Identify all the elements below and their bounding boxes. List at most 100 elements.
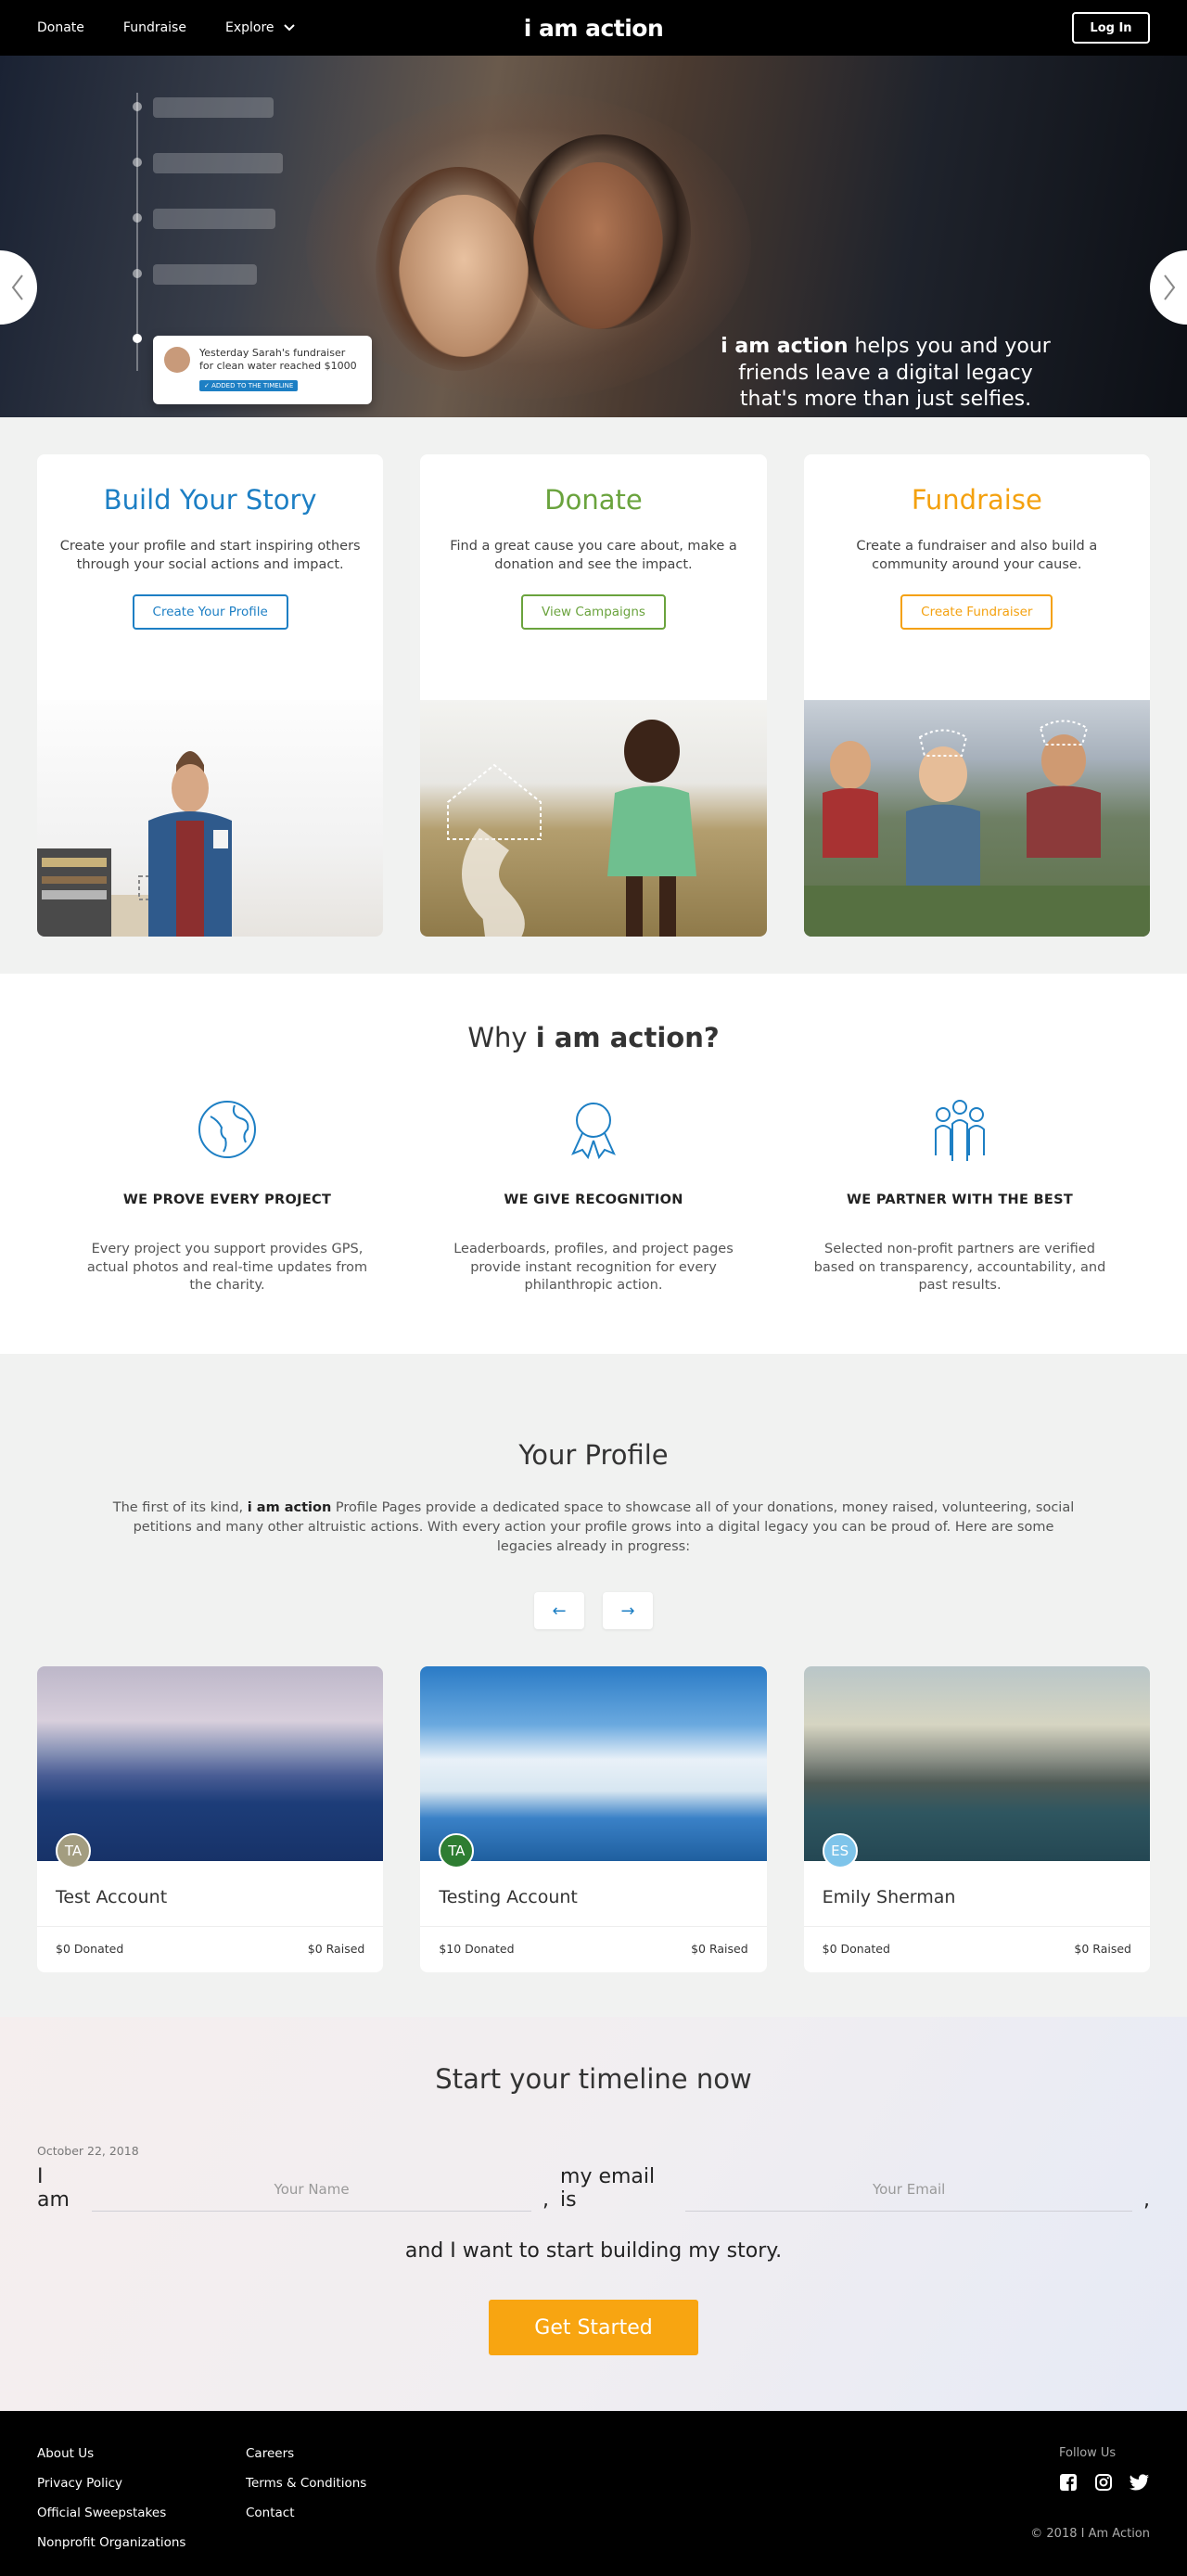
signup-sentence-end: and I want to start building my story. [404, 2239, 783, 2263]
login-button[interactable]: Log In [1072, 12, 1150, 44]
footer-link-about[interactable]: About Us [37, 2446, 185, 2461]
name-input[interactable]: Your Name [92, 2174, 532, 2212]
footer-link-careers[interactable]: Careers [246, 2446, 366, 2461]
man-with-coffee-illustration [37, 751, 232, 937]
profile-cover-image: TA [420, 1666, 767, 1869]
hero-photo-person-right [533, 162, 663, 329]
site-logo[interactable]: i am action [524, 15, 664, 42]
profile-next-button[interactable]: → [603, 1592, 653, 1630]
chevron-left-icon [11, 274, 23, 300]
timeline-line [136, 93, 138, 371]
create-profile-button[interactable]: Create Your Profile [132, 594, 288, 631]
profile-prev-button[interactable]: ← [534, 1592, 584, 1630]
hero-photo-person-left [399, 195, 529, 357]
why-heading: WE GIVE RECOGNITION [504, 1192, 683, 1207]
profile-section: Your Profile The first of its kind, i am… [0, 1354, 1187, 2017]
chevron-down-icon [283, 24, 295, 32]
email-input[interactable]: Your Email [685, 2174, 1132, 2212]
nav-explore-dropdown[interactable]: Explore [225, 20, 295, 35]
view-campaigns-button[interactable]: View Campaigns [521, 594, 666, 631]
timeline-dot [133, 334, 142, 343]
profile-title: Your Profile [518, 1439, 669, 1471]
facebook-icon[interactable] [1059, 2473, 1078, 2492]
profile-name: Testing Account [420, 1861, 767, 1928]
hero-carousel: Yesterday Sarah's fundraiser for clean w… [0, 56, 1187, 417]
follow-us: Follow Us [1059, 2446, 1150, 2492]
profile-cover-image: TA [37, 1666, 384, 1869]
why-text: Selected non-profit partners are verifie… [813, 1242, 1106, 1294]
start-title: Start your timeline now [435, 2063, 752, 2095]
why-text: Every project you support provides GPS, … [86, 1242, 368, 1294]
footer-link-nonprofits[interactable]: Nonprofit Organizations [37, 2535, 185, 2550]
card-title: Fundraise [911, 484, 1042, 516]
donate-card: Donate Find a great cause you care about… [420, 454, 767, 937]
timeline-ghost-entry [153, 97, 274, 118]
carousel-prev-button[interactable] [0, 250, 37, 325]
profile-name: Test Account [37, 1861, 384, 1928]
chevron-right-icon [1164, 274, 1176, 300]
build-story-image [37, 700, 384, 937]
profile-card[interactable]: ES Emily Sherman $0 Donated $0 Raised [803, 1666, 1150, 1973]
profile-raised: $0 Raised [307, 1942, 365, 1957]
fundraise-card: Fundraise Create a fundraiser and also b… [803, 454, 1150, 937]
card-text: Create a fundraiser and also build a com… [856, 539, 1098, 572]
follow-us-label: Follow Us [1059, 2446, 1117, 2460]
comma-label: , [1143, 2188, 1150, 2212]
footer-link-privacy[interactable]: Privacy Policy [37, 2476, 185, 2491]
top-nav: Donate Fundraise Explore i am action Log… [0, 0, 1187, 56]
get-started-button[interactable]: Get Started [489, 2300, 698, 2355]
footer-links-col2: Careers Terms & Conditions Contact [246, 2446, 366, 2520]
profile-stats: $0 Donated $0 Raised [37, 1927, 383, 1972]
card-title: Build Your Story [103, 484, 317, 516]
nav-links: Donate Fundraise Explore [37, 20, 295, 35]
hero-headline: i am action helps you and your friends l… [714, 334, 1057, 414]
globe-icon [198, 1101, 256, 1158]
why-columns: WE PROVE EVERY PROJECT Every project you… [0, 1096, 1187, 1295]
profile-cards: TA Test Account $0 Donated $0 Raised TA … [0, 1666, 1187, 1973]
card-text: Create your profile and start inspiring … [59, 539, 361, 572]
my-email-label: my email is [560, 2165, 656, 2212]
signup-sentence: I am Your Name , my email is Your Email … [37, 2165, 1150, 2212]
footer: About Us Privacy Policy Official Sweepst… [0, 2411, 1187, 2576]
ribbon-icon [571, 1103, 616, 1160]
why-section: Why i am action? WE PROVE EVERY PROJECT … [0, 974, 1187, 1354]
profile-donated: $10 Donated [439, 1942, 515, 1957]
create-fundraiser-button[interactable]: Create Fundraiser [900, 594, 1053, 631]
why-title-prefix: Why [467, 1022, 536, 1053]
card-title: Donate [544, 484, 643, 516]
footer-link-sweepstakes[interactable]: Official Sweepstakes [37, 2506, 185, 2520]
why-heading: WE PROVE EVERY PROJECT [122, 1192, 332, 1207]
nav-fundraise-link[interactable]: Fundraise [123, 20, 186, 35]
start-date: October 22, 2018 [37, 2144, 139, 2158]
footer-link-contact[interactable]: Contact [246, 2506, 366, 2520]
hero-headline-brand: i am action [721, 335, 849, 358]
avatar: ES [822, 1833, 858, 1869]
nav-explore-label: Explore [224, 20, 274, 35]
profile-card[interactable]: TA Testing Account $10 Donated $0 Raised [420, 1666, 767, 1973]
instagram-icon[interactable] [1094, 2473, 1113, 2492]
profile-card[interactable]: TA Test Account $0 Donated $0 Raised [37, 1666, 384, 1973]
why-text: Leaderboards, profiles, and project page… [453, 1242, 734, 1294]
timeline-dot [133, 213, 142, 223]
why-heading: WE PARTNER WITH THE BEST [846, 1192, 1074, 1207]
timeline-dot [133, 269, 142, 278]
twitter-icon[interactable] [1130, 2473, 1150, 2492]
profile-cover-image: ES [803, 1666, 1150, 1869]
profile-stats: $10 Donated $0 Raised [420, 1927, 766, 1972]
child-with-house-illustration [447, 720, 697, 937]
profile-description: The first of its kind, i am action Profi… [111, 1498, 1076, 1557]
carousel-next-button[interactable] [1150, 250, 1187, 325]
footer-link-terms[interactable]: Terms & Conditions [246, 2476, 366, 2491]
footer-links-col1: About Us Privacy Policy Official Sweepst… [37, 2446, 185, 2550]
profile-stats: $0 Donated $0 Raised [804, 1927, 1150, 1972]
friends-group-illustration [803, 720, 1150, 937]
timeline-dot [133, 158, 142, 167]
copyright: © 2018 I Am Action [1030, 2527, 1150, 2541]
fundraise-image [803, 700, 1150, 937]
nav-donate-link[interactable]: Donate [37, 20, 84, 35]
avatar [164, 347, 190, 373]
timeline-ghost-entry [153, 264, 257, 285]
timeline-card-text: Yesterday Sarah's fundraiser for clean w… [199, 347, 357, 373]
donate-image [420, 700, 767, 937]
why-item-partner: WE PARTNER WITH THE BEST Selected non-pr… [807, 1096, 1113, 1295]
